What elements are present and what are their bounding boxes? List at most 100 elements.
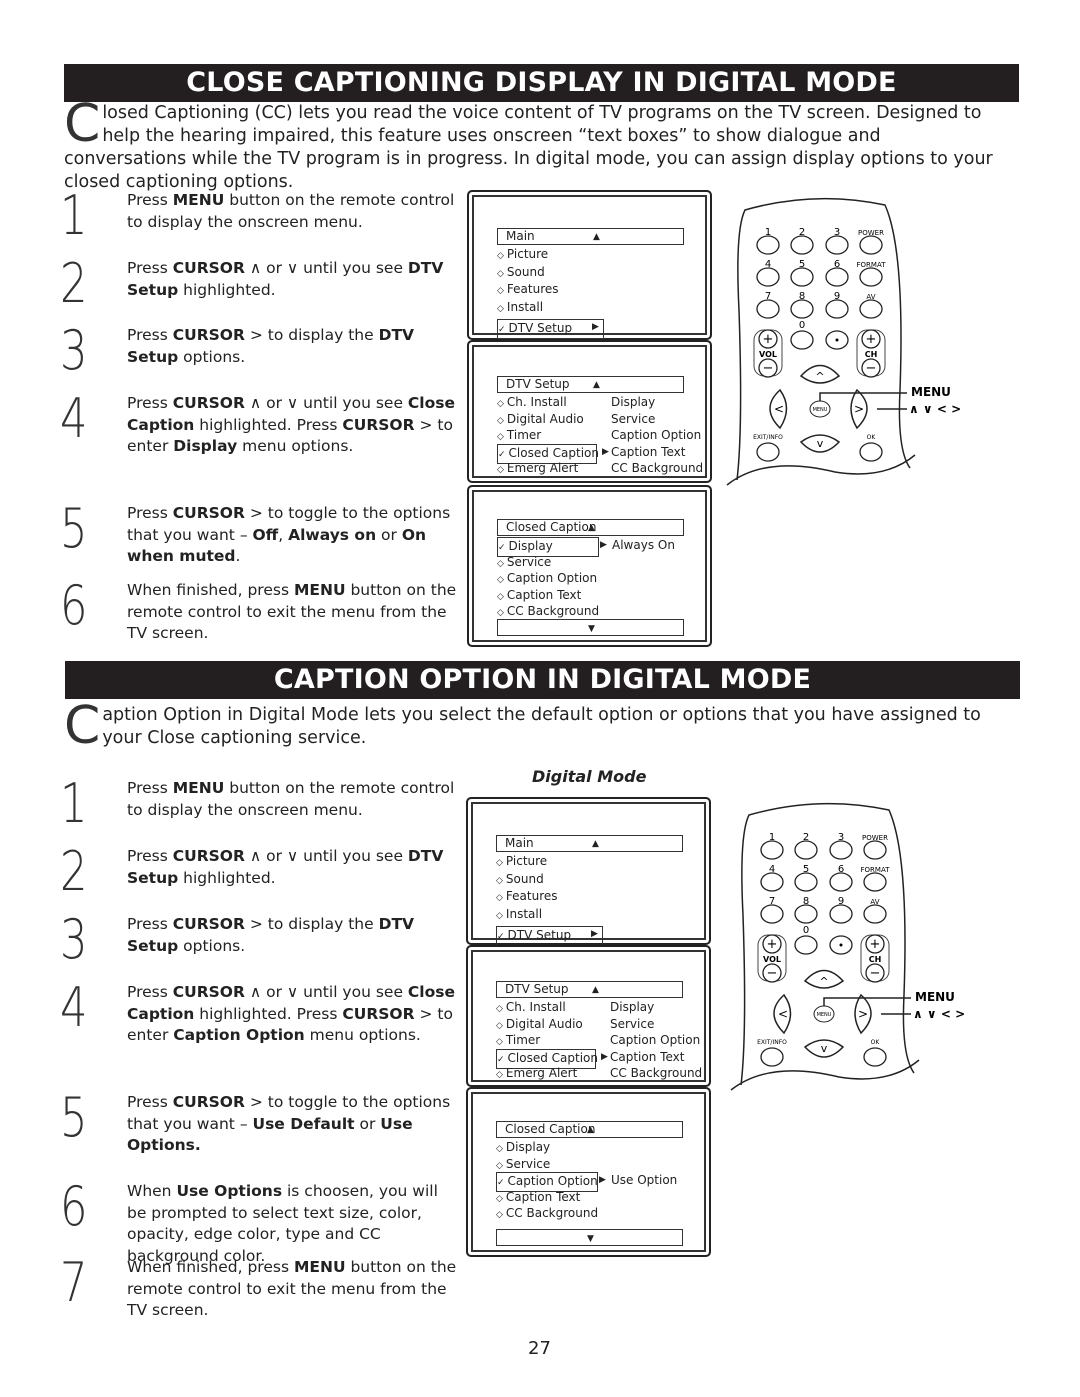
menu-item-label: Display [508, 539, 553, 553]
menu-item[interactable]: ◇ Caption Option [497, 570, 597, 588]
step-text: Press CURSOR > to display the DTV Setup … [127, 325, 457, 368]
scroll-down-bar[interactable]: ▼ [497, 619, 684, 636]
key-button [829, 840, 853, 860]
text: or [354, 1114, 381, 1133]
key-button [859, 235, 883, 255]
key-button [829, 872, 853, 892]
menu-header: Closed Caption ▲ [497, 519, 684, 536]
menu-item[interactable]: ◇ Caption Text [496, 1189, 580, 1207]
svg-text:>: > [858, 1007, 868, 1021]
menu-item[interactable]: ◇ Picture [497, 246, 548, 264]
menu-item[interactable]: ◇ Service [496, 1156, 550, 1174]
svg-text:+: + [763, 332, 774, 347]
step-text: Press CURSOR > to display the DTV Setup … [127, 914, 457, 957]
diamond-bullet-icon: ◇ [496, 910, 503, 921]
menu-item[interactable]: ◇ Picture [496, 853, 547, 871]
step-text: When finished, press MENU button on the … [127, 1257, 457, 1322]
bold-term: CURSOR [172, 983, 245, 1001]
bold-term: Caption Option [173, 1026, 305, 1044]
key-button [859, 267, 883, 287]
text: options. [178, 936, 246, 955]
text: When finished, press [127, 1258, 294, 1276]
submenu-option: Display [610, 1000, 655, 1014]
menu-item-label: Install [505, 906, 543, 921]
menu-item[interactable]: ◇ Sound [496, 871, 544, 889]
menu-header-text: DTV Setup [506, 377, 570, 391]
menu-item[interactable]: ◇ Ch. Install [496, 999, 566, 1017]
key-button [825, 299, 849, 319]
menu-item-label: Sound [506, 264, 545, 279]
text: , [278, 525, 289, 544]
submenu-option: Service [610, 1016, 655, 1031]
menu-item-label: Features [505, 889, 558, 903]
menu-header: Main ▲ [497, 228, 684, 245]
menu-item-label: DTV Setup [507, 928, 572, 942]
submenu-option: Caption Option [611, 428, 702, 442]
menu-item[interactable]: ◇ Install [497, 299, 543, 317]
svg-text:−: − [870, 966, 881, 981]
menu-item[interactable]: ◇ Features [496, 888, 558, 906]
svg-text:MENU: MENU [817, 1012, 832, 1018]
down-arrow-icon: ▼ [587, 1234, 594, 1244]
menu-item[interactable]: ◇ Display [496, 1139, 550, 1157]
key-button [760, 840, 784, 860]
text: menu options. [304, 1026, 421, 1044]
diamond-bullet-icon: ◇ [497, 608, 504, 618]
svg-text:+: + [870, 937, 881, 952]
svg-text:+: + [866, 332, 877, 347]
menu-item-label: CC Background [506, 604, 600, 618]
step-number: 7 [60, 1251, 88, 1314]
menu-item[interactable]: ◇ Service [497, 554, 551, 572]
text: Press [127, 847, 173, 865]
step-number: 2 [60, 252, 88, 315]
menu-item-label: Ch. Install [505, 1000, 566, 1014]
step-text: Press MENU button on the remote control … [127, 778, 457, 821]
menu-item[interactable]: ◇ Install [496, 906, 542, 924]
menu-item[interactable]: ◇ CC Background [496, 1205, 598, 1223]
bold-term: Off [252, 525, 279, 544]
menu-item-label: Emerg Alert [506, 461, 579, 475]
menu-item[interactable]: ◇ Timer [497, 427, 541, 445]
menu-item-label: Picture [505, 854, 548, 868]
menu-item[interactable]: ✓ DTV Setup [497, 319, 604, 339]
diamond-bullet-icon: ◇ [497, 575, 504, 585]
menu-item[interactable]: ✓ DTV Setup [496, 926, 603, 946]
bold-term: Always on [288, 525, 377, 544]
diamond-bullet-icon: ◇ [496, 1144, 503, 1154]
key-button [790, 299, 814, 319]
svg-text:−: − [866, 361, 877, 376]
diamond-bullet-icon: ◇ [497, 415, 504, 426]
menu-item[interactable]: ◇ Digital Audio [497, 411, 584, 429]
diamond-bullet-icon: ◇ [497, 286, 504, 296]
menu-item-label: Caption Option [506, 571, 598, 585]
menu-item[interactable]: ◇ Sound [497, 264, 545, 282]
step-text: When Use Options is choosen, you will be… [127, 1181, 457, 1267]
text: Press [127, 983, 173, 1001]
text: ∧ or ∨ until you see [244, 847, 408, 865]
menu-item[interactable]: ◇ Timer [496, 1032, 540, 1050]
menu-header-text: Closed Caption [505, 1122, 596, 1136]
menu-item[interactable]: ◇ Features [497, 281, 559, 299]
menu-item[interactable]: ◇ Digital Audio [496, 1016, 583, 1034]
up-arrow-icon: ▲ [587, 1125, 594, 1135]
menu-item[interactable]: ◇ Emerg Alert [497, 460, 578, 478]
menu-item-label: Closed Caption [507, 1050, 599, 1065]
diamond-bullet-icon: ◇ [497, 432, 504, 442]
menu-screen-1: Main ▲ ◇ Picture ◇ Sound ◇ Features ◇ Install ✓ DTV… [466, 797, 711, 946]
submenu-option: Use Option [611, 1173, 678, 1187]
remote-control-diagram: 1 2 3 POWER 4 5 6 FORMAT 7 8 9 AV 0 + VOL − + CH − ^ v < > … [729, 795, 989, 1095]
diamond-bullet-icon: ◇ [496, 1070, 503, 1080]
menu-header-text: Closed Caption [506, 520, 597, 534]
svg-text:<: < [774, 402, 784, 416]
scroll-down-bar[interactable]: ▼ [496, 1229, 683, 1246]
menu-item[interactable]: ◇ Caption Text [497, 587, 581, 605]
menu-screen-2: DTV Setup ▲ ◇ Ch. Install ◇ Digital Audio ◇ Tim… [467, 340, 712, 483]
text: highlighted. Press [194, 415, 343, 434]
svg-text:∧ ∨ < >: ∧ ∨ < > [909, 402, 961, 416]
svg-text:v: v [817, 437, 824, 450]
submenu-option: Caption Option [610, 1033, 701, 1047]
menu-item[interactable]: ◇ Emerg Alert [496, 1065, 577, 1083]
menu-item[interactable]: ◇ Ch. Install [497, 394, 567, 412]
menu-header: Closed Caption ▲ [496, 1121, 683, 1138]
svg-text:VOL: VOL [759, 350, 777, 359]
